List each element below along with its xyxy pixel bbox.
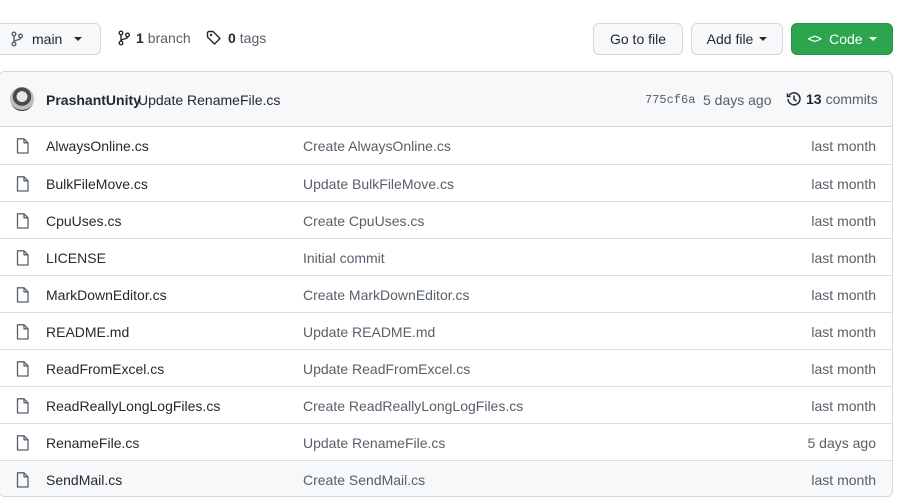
branch-count: 1 bbox=[136, 30, 144, 46]
go-to-file-button[interactable]: Go to file bbox=[593, 23, 683, 55]
file-commit-age: last month bbox=[811, 213, 876, 229]
tags-link[interactable]: 0 tags bbox=[206, 30, 266, 46]
avatar[interactable] bbox=[10, 87, 34, 111]
file-name[interactable]: CpuUses.cs bbox=[46, 213, 121, 229]
file-icon bbox=[16, 361, 29, 377]
add-file-button[interactable]: Add file bbox=[691, 23, 783, 55]
commit-message[interactable]: Update RenameFile.cs bbox=[138, 92, 280, 108]
commit-author[interactable]: PrashantUnity bbox=[46, 92, 141, 108]
branch-word: branch bbox=[147, 30, 191, 46]
add-file-label: Add file bbox=[706, 31, 754, 47]
file-commit-message[interactable]: Create AlwaysOnline.cs bbox=[303, 138, 451, 154]
code-label: Code bbox=[829, 31, 863, 47]
file-commit-age: last month bbox=[811, 176, 876, 192]
file-commit-message[interactable]: Create SendMail.cs bbox=[303, 472, 425, 488]
tag-count: 0 bbox=[228, 30, 236, 46]
file-commit-age: last month bbox=[811, 472, 876, 488]
commit-count: 13 bbox=[806, 91, 822, 107]
file-commit-age: last month bbox=[811, 324, 876, 340]
file-browser: PrashantUnity Update RenameFile.cs 775cf… bbox=[0, 71, 893, 497]
branch-select-button[interactable]: main bbox=[0, 23, 101, 55]
file-row[interactable]: BulkFileMove.cs Update BulkFileMove.cs las… bbox=[0, 164, 892, 201]
file-list: AlwaysOnline.cs Create AlwaysOnline.cs las… bbox=[0, 127, 892, 496]
file-icon bbox=[16, 435, 29, 451]
file-icon bbox=[16, 213, 29, 229]
file-name[interactable]: AlwaysOnline.cs bbox=[46, 138, 149, 154]
commit-sha[interactable]: 775cf6a bbox=[645, 93, 695, 107]
file-commit-age: last month bbox=[811, 138, 876, 154]
file-row[interactable]: ReadFromExcel.cs Update ReadFromExcel.cs l… bbox=[0, 349, 892, 386]
chevron-down-icon bbox=[868, 37, 877, 41]
file-row[interactable]: LICENSE Initial commit last month bbox=[0, 238, 892, 275]
code-button[interactable]: <> Code bbox=[791, 23, 893, 55]
file-row[interactable]: CpuUses.cs Create CpuUses.cs last month bbox=[0, 201, 892, 238]
file-row[interactable]: ReadReallyLongLogFiles.cs Create ReadReal… bbox=[0, 386, 892, 423]
branches-link[interactable]: 1 branch bbox=[118, 30, 191, 46]
file-commit-message[interactable]: Create MarkDownEditor.cs bbox=[303, 287, 470, 303]
chevron-down-icon bbox=[74, 37, 83, 41]
history-icon bbox=[786, 92, 801, 106]
file-commit-message[interactable]: Update BulkFileMove.cs bbox=[303, 176, 454, 192]
file-icon bbox=[16, 176, 29, 192]
file-name[interactable]: ReadFromExcel.cs bbox=[46, 361, 164, 377]
file-name[interactable]: LICENSE bbox=[46, 250, 106, 266]
file-name[interactable]: MarkDownEditor.cs bbox=[46, 287, 167, 303]
file-commit-age: 5 days ago bbox=[807, 435, 877, 451]
branch-name: main bbox=[32, 31, 63, 47]
file-commit-message[interactable]: Create CpuUses.cs bbox=[303, 213, 424, 229]
file-name[interactable]: SendMail.cs bbox=[46, 472, 122, 488]
file-row[interactable]: README.md Update README.md last month bbox=[0, 312, 892, 349]
commit-word: commits bbox=[825, 91, 878, 107]
file-name[interactable]: RenameFile.cs bbox=[46, 435, 139, 451]
commit-age: 5 days ago bbox=[703, 92, 772, 108]
tag-icon bbox=[206, 30, 221, 45]
file-row[interactable]: MarkDownEditor.cs Create MarkDownEditor.c… bbox=[0, 275, 892, 312]
file-icon bbox=[16, 287, 29, 303]
latest-commit-bar: PrashantUnity Update RenameFile.cs 775cf… bbox=[0, 72, 892, 127]
file-icon bbox=[16, 138, 29, 154]
file-commit-message[interactable]: Update RenameFile.cs bbox=[303, 435, 445, 451]
git-branch-icon bbox=[118, 30, 130, 46]
file-commit-age: last month bbox=[811, 250, 876, 266]
file-commit-message[interactable]: Update ReadFromExcel.cs bbox=[303, 361, 470, 377]
file-row[interactable]: RenameFile.cs Update RenameFile.cs 5 days … bbox=[0, 423, 892, 460]
commits-link[interactable]: 13 commits bbox=[786, 91, 878, 107]
tag-word: tags bbox=[239, 30, 267, 46]
file-icon bbox=[16, 472, 29, 488]
file-row[interactable]: SendMail.cs Create SendMail.cs last month bbox=[0, 460, 892, 496]
file-name[interactable]: ReadReallyLongLogFiles.cs bbox=[46, 398, 220, 414]
file-name[interactable]: README.md bbox=[46, 324, 129, 340]
file-commit-age: last month bbox=[811, 361, 876, 377]
chevron-down-icon bbox=[759, 37, 768, 41]
repo-toolbar: main 1 branch 0 tags Go to file Add file… bbox=[0, 0, 909, 72]
file-icon bbox=[16, 250, 29, 266]
file-commit-age: last month bbox=[811, 398, 876, 414]
file-row[interactable]: AlwaysOnline.cs Create AlwaysOnline.cs las… bbox=[0, 127, 892, 164]
file-commit-message[interactable]: Update README.md bbox=[303, 324, 435, 340]
file-name[interactable]: BulkFileMove.cs bbox=[46, 176, 148, 192]
file-icon bbox=[16, 324, 29, 340]
file-icon bbox=[16, 398, 29, 414]
file-commit-message[interactable]: Initial commit bbox=[303, 250, 385, 266]
file-commit-age: last month bbox=[811, 287, 876, 303]
code-icon: <> bbox=[807, 31, 822, 47]
git-branch-icon bbox=[11, 31, 23, 47]
file-commit-message[interactable]: Create ReadReallyLongLogFiles.cs bbox=[303, 398, 523, 414]
